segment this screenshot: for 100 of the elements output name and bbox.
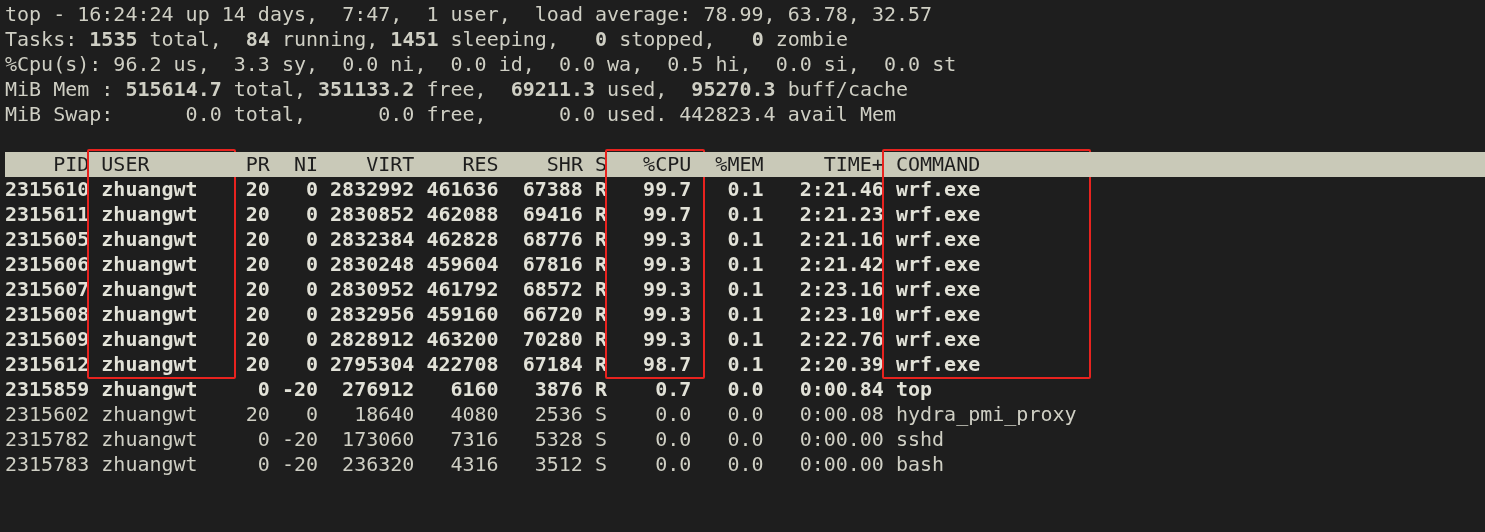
table-cell-text: 0.0 xyxy=(654,427,693,452)
summary-line: Tasks: 1535 total, 84 running, 1451 sleeping, 0 stopped, 0 zombie xyxy=(5,27,848,52)
table-cell-text: 0.1 xyxy=(726,252,764,277)
table-cell-text: 6160 xyxy=(449,377,499,402)
table-cell-text: 0.1 xyxy=(726,352,764,377)
table-cell-text: -20 xyxy=(280,427,319,452)
table-cell-text: 2830248 xyxy=(329,252,415,277)
table-cell-text: 3876 xyxy=(533,377,583,402)
table-cell-text: -20 xyxy=(280,377,319,402)
table-cell-text: 20 xyxy=(244,177,270,202)
table-cell-text: 4316 xyxy=(449,452,499,477)
table-cell-text: 2832992 xyxy=(329,177,415,202)
table-cell-text: zhuangwt xyxy=(100,252,199,277)
table-cell-text: zhuangwt xyxy=(100,352,199,377)
table-cell-text: -20 xyxy=(280,452,319,477)
table-cell-text: 20 xyxy=(244,327,270,352)
table-cell-text: 422708 xyxy=(425,352,499,377)
table-cell-text: 0.1 xyxy=(726,302,764,327)
table-cell-text: 0 xyxy=(305,302,319,327)
column-header: VIRT xyxy=(318,152,415,177)
table-cell: 2315782 xyxy=(5,427,90,452)
table-cell-text: 0 xyxy=(256,452,270,477)
table-cell-text: 0:00.00 xyxy=(798,427,884,452)
table-cell-text: 66720 xyxy=(521,302,583,327)
column-header: RES xyxy=(414,152,499,177)
table-cell-text: 0 xyxy=(305,402,319,427)
summary-line: top - 16:24:24 up 14 days, 7:47, 1 user, load average: 78.99, 63.78, 32.57 xyxy=(5,2,933,27)
table-cell-text: 0 xyxy=(305,177,319,202)
table-cell-text: 4080 xyxy=(449,402,499,427)
table-cell-text: sshd xyxy=(894,427,946,452)
column-header: COMMAND xyxy=(883,152,1089,177)
table-cell-text: zhuangwt xyxy=(100,427,199,452)
table-cell-text: 2832384 xyxy=(329,227,415,252)
column-header: PR xyxy=(233,152,270,177)
table-cell-text: 70280 xyxy=(521,327,583,352)
table-cell-text: 2795304 xyxy=(329,352,415,377)
table-cell: 2315612 xyxy=(5,352,90,377)
table-cell-text: 461792 xyxy=(425,277,499,302)
table-cell-text: wrf.exe xyxy=(894,227,982,252)
table-cell-text: zhuangwt xyxy=(100,177,199,202)
table-cell: 2315605 xyxy=(5,227,90,252)
table-cell-text: 0.0 xyxy=(654,452,693,477)
table-cell-text: S xyxy=(593,427,607,452)
table-cell-text: wrf.exe xyxy=(894,327,982,352)
table-cell-text: zhuangwt xyxy=(100,302,199,327)
table-cell-text: 2536 xyxy=(533,402,583,427)
table-cell-text: 67816 xyxy=(521,252,583,277)
table-cell: 2315610 xyxy=(5,177,90,202)
column-header: SHR xyxy=(498,152,583,177)
table-cell-text: 0:00.08 xyxy=(798,402,884,427)
table-cell-text: 20 xyxy=(244,252,270,277)
column-header: NI xyxy=(269,152,319,177)
table-cell-text: 67388 xyxy=(521,177,583,202)
table-cell-text: 2:22.76 xyxy=(798,327,884,352)
table-cell-text: 20 xyxy=(244,352,270,377)
table-cell-text: 20 xyxy=(244,277,270,302)
table-cell-text: 99.7 xyxy=(642,177,693,202)
column-header: %MEM xyxy=(703,152,764,177)
table-cell-text: 0.0 xyxy=(726,427,764,452)
table-cell-text: 99.3 xyxy=(642,227,693,252)
table-cell-text: 462828 xyxy=(425,227,499,252)
table-cell-text: 2:21.42 xyxy=(798,252,884,277)
table-cell-text: 99.3 xyxy=(642,252,693,277)
table-cell-text: wrf.exe xyxy=(894,277,982,302)
table-cell-text: S xyxy=(593,452,607,477)
table-cell-text: zhuangwt xyxy=(100,327,199,352)
table-cell-text: 0.7 xyxy=(654,377,693,402)
table-cell-text: 2832956 xyxy=(329,302,415,327)
table-cell-text: 0.1 xyxy=(726,227,764,252)
table-cell: 2315606 xyxy=(5,252,90,277)
table-cell-text: 173060 xyxy=(341,427,415,452)
table-cell-text: zhuangwt xyxy=(100,227,199,252)
table-cell-text: 0:00.84 xyxy=(798,377,884,402)
table-cell: 2315608 xyxy=(5,302,90,327)
table-cell-text: 0 xyxy=(256,427,270,452)
table-cell: 2315611 xyxy=(5,202,90,227)
table-cell-text: zhuangwt xyxy=(100,202,199,227)
table-cell-text: 0 xyxy=(305,327,319,352)
table-cell-text: zhuangwt xyxy=(100,277,199,302)
table-cell-text: 0.1 xyxy=(726,202,764,227)
table-cell-text: 2830952 xyxy=(329,277,415,302)
column-header: PID xyxy=(5,152,90,177)
table-cell: 2315607 xyxy=(5,277,90,302)
table-cell-text: 2830852 xyxy=(329,202,415,227)
table-cell-text: 99.3 xyxy=(642,277,693,302)
table-cell-text: zhuangwt xyxy=(100,377,199,402)
column-header: %CPU xyxy=(607,152,704,177)
table-cell-text: wrf.exe xyxy=(894,177,982,202)
table-cell-text: 20 xyxy=(244,302,270,327)
summary-line: MiB Swap: 0.0 total, 0.0 free, 0.0 used. 442823.4 avail Mem xyxy=(5,102,897,127)
table-cell-text: 0 xyxy=(305,227,319,252)
table-cell-text: 2:23.16 xyxy=(798,277,884,302)
table-cell-text: 0 xyxy=(305,277,319,302)
table-cell-text: 99.7 xyxy=(642,202,693,227)
table-cell-text: hydra_pmi_proxy xyxy=(894,402,1078,427)
table-cell-text: 18640 xyxy=(353,402,415,427)
table-cell-text: 99.3 xyxy=(642,302,693,327)
table-cell-text: 98.7 xyxy=(642,352,693,377)
summary-line: MiB Mem : 515614.7 total, 351133.2 free, 69211.3 used, 95270.3 buff/cache xyxy=(5,77,909,102)
table-cell-text: 20 xyxy=(244,202,270,227)
